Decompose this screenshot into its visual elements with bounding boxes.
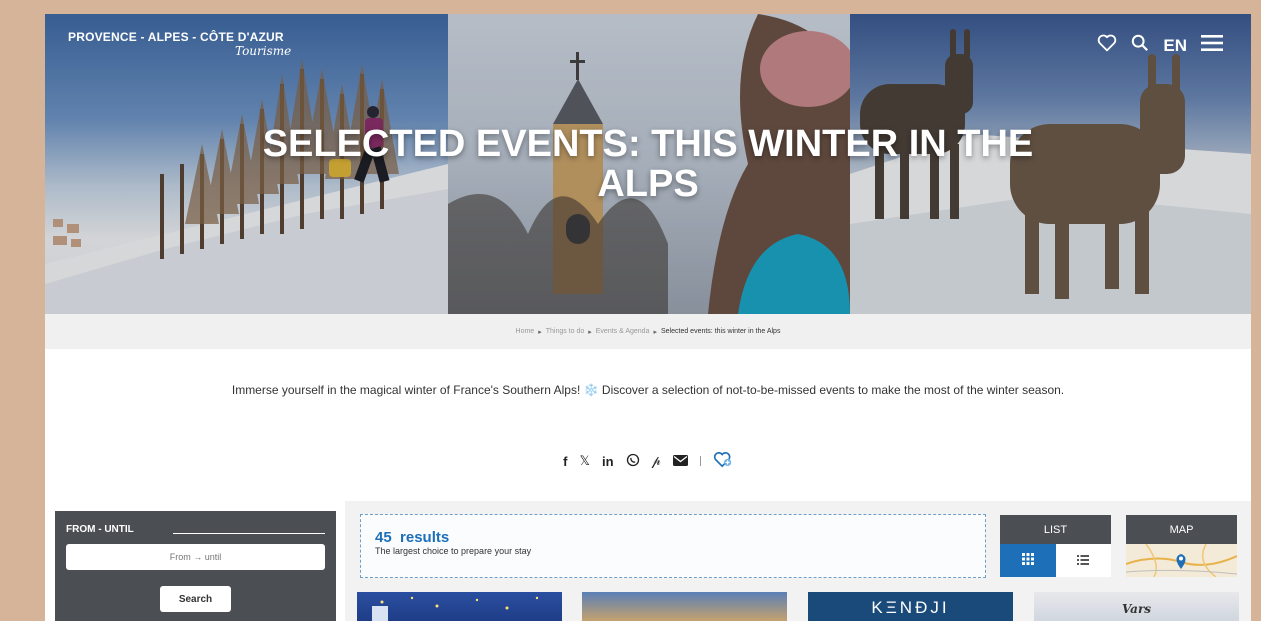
- event-card-brand: Vars: [1121, 602, 1152, 616]
- list-view-label[interactable]: LIST: [1000, 515, 1111, 544]
- event-cards: KΞNÐJI Vars: [357, 592, 1241, 621]
- event-card[interactable]: Vars: [1034, 592, 1239, 621]
- linkedin-icon[interactable]: in: [602, 454, 614, 469]
- results-area: 45 results The largest choice to prepare…: [345, 501, 1251, 621]
- event-card[interactable]: [582, 592, 787, 621]
- site-logo[interactable]: PROVENCE - ALPES - CÔTE D'AZUR: [68, 30, 284, 44]
- grid-view-button[interactable]: [1000, 544, 1056, 577]
- search-button[interactable]: Search: [160, 586, 231, 612]
- results-summary: 45 results The largest choice to prepare…: [360, 514, 986, 578]
- breadcrumb-separator-icon: ▸: [538, 328, 542, 336]
- breadcrumb-events-agenda[interactable]: Events & Agenda: [596, 328, 650, 335]
- hero-banner: PROVENCE - ALPES - CÔTE D'AZUR Tourisme …: [45, 14, 1251, 314]
- results-subtitle: The largest choice to prepare your stay: [375, 546, 532, 556]
- map-thumbnail[interactable]: [1126, 544, 1237, 577]
- list-icon: [1077, 552, 1090, 570]
- hamburger-menu-icon[interactable]: [1201, 34, 1223, 57]
- email-icon[interactable]: [672, 454, 688, 469]
- facebook-icon[interactable]: f: [563, 454, 567, 469]
- share-bar: f 𝕏 in 𝓅: [545, 451, 751, 471]
- intro-text: Immerse yourself in the magical winter o…: [231, 383, 1065, 397]
- whatsapp-icon[interactable]: [626, 453, 640, 470]
- date-filter-label: FROM - UNTIL: [66, 524, 134, 535]
- breadcrumb: Home ▸ Things to do ▸ Events & Agenda ▸ …: [45, 314, 1251, 349]
- header-actions: EN: [1097, 34, 1223, 57]
- filter-sidebar: FROM - UNTIL Search: [55, 511, 336, 621]
- event-card-brand: KΞNÐJI: [871, 598, 950, 617]
- event-card[interactable]: [357, 592, 562, 621]
- event-card[interactable]: KΞNÐJI: [808, 592, 1013, 621]
- map-view-label[interactable]: MAP: [1126, 515, 1237, 544]
- favorites-heart-icon[interactable]: [1097, 34, 1117, 57]
- page: PROVENCE - ALPES - CÔTE D'AZUR Tourisme …: [45, 14, 1251, 621]
- share-divider: [699, 456, 701, 466]
- breadcrumb-separator-icon: ▸: [588, 328, 592, 336]
- results-count: 45 results: [375, 529, 450, 546]
- date-range-input[interactable]: [66, 544, 325, 570]
- date-filter-divider: [173, 533, 325, 534]
- breadcrumb-home[interactable]: Home: [516, 328, 535, 335]
- favorite-add-icon[interactable]: [713, 451, 733, 471]
- map-pin-icon: [1176, 554, 1186, 569]
- grid-icon: [1021, 552, 1034, 570]
- x-icon[interactable]: 𝕏: [580, 453, 590, 469]
- breadcrumb-current: Selected events: this winter in the Alps: [661, 328, 781, 335]
- list-rows-button[interactable]: [1055, 544, 1111, 577]
- map-view-switch[interactable]: MAP: [1126, 515, 1237, 577]
- breadcrumb-things-to-do[interactable]: Things to do: [546, 328, 585, 335]
- list-view-switch: LIST: [1000, 515, 1111, 577]
- search-icon[interactable]: [1131, 34, 1149, 57]
- pinterest-icon[interactable]: 𝓅: [652, 453, 661, 469]
- page-title: SELECTED EVENTS: THIS WINTER IN THE ALPS: [262, 123, 1034, 205]
- site-logo-subtitle: Tourisme: [235, 44, 292, 58]
- language-selector[interactable]: EN: [1163, 36, 1187, 56]
- breadcrumb-separator-icon: ▸: [653, 328, 657, 336]
